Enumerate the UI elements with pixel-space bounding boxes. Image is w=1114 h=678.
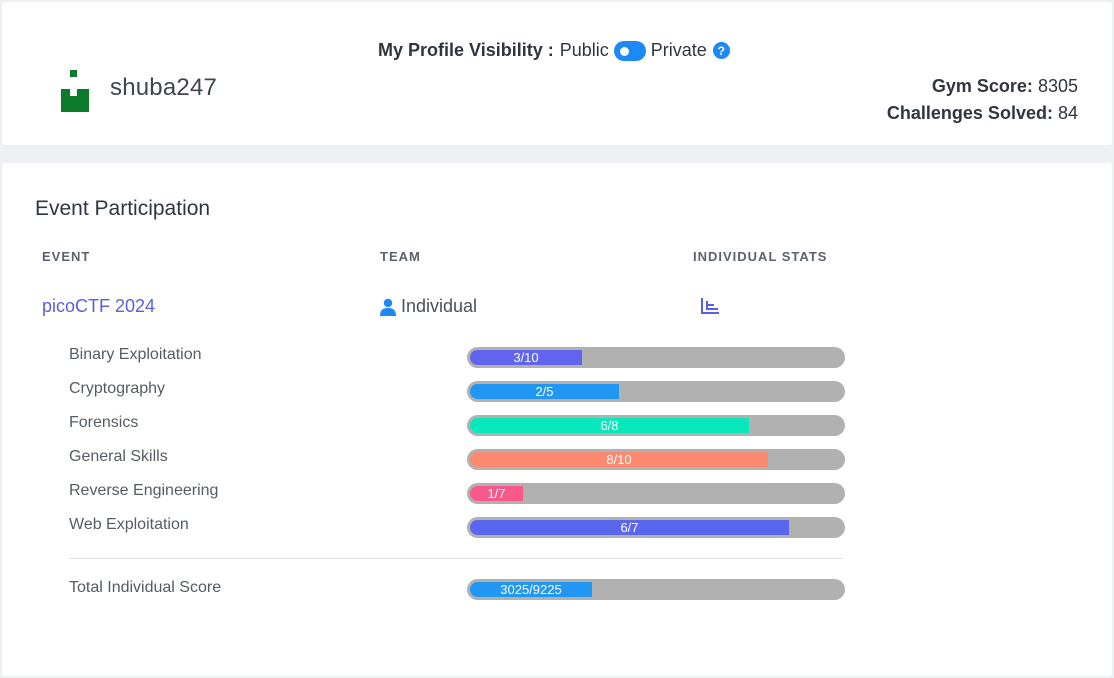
gym-score-label: Gym Score: [931, 76, 1033, 96]
gym-score: Gym Score: 8305 [932, 76, 1078, 97]
progress-bar: 3/10 [467, 347, 845, 368]
progress-track: 8/10 [470, 452, 842, 467]
progress-text: 3/10 [513, 350, 539, 365]
progress-text: 2/5 [535, 384, 554, 399]
private-label: Private [650, 40, 707, 60]
progress-track: 6/8 [470, 418, 842, 433]
progress-bar: 2/5 [467, 381, 845, 402]
progress-track: 3025/9225 [470, 582, 842, 597]
category-label: General Skills [69, 448, 168, 465]
event-participation-card: Event Participation EVENT TEAM INDIVIDUA… [2, 163, 1112, 676]
avatar [61, 70, 89, 112]
progress-text: 3025/9225 [500, 582, 562, 597]
total-score-label: Total Individual Score [69, 579, 222, 596]
visibility-toggle[interactable] [613, 40, 646, 61]
progress-text: 1/7 [487, 486, 506, 501]
progress-text: 6/8 [600, 418, 619, 433]
category-label: Web Exploitation [69, 516, 189, 533]
person-icon [380, 298, 396, 316]
category-label: Forensics [69, 414, 139, 431]
progress-bar: 6/8 [467, 415, 845, 436]
bar-chart-icon[interactable] [700, 297, 720, 315]
challenges-label: Challenges Solved: [886, 103, 1053, 123]
column-header-event: EVENT [42, 249, 91, 264]
challenges-solved: Challenges Solved: 84 [887, 103, 1078, 124]
challenges-value: 84 [1057, 103, 1078, 123]
progress-track: 6/7 [470, 520, 842, 535]
team-name: Individual [401, 296, 478, 316]
progress-bar: 6/7 [467, 517, 845, 538]
section-title: Event Participation [35, 197, 211, 220]
category-label: Binary Exploitation [69, 346, 202, 363]
progress-bar: 1/7 [467, 483, 845, 504]
team-cell: Individual [379, 296, 477, 317]
profile-visibility: My Profile Visibility : Public Private ? [378, 40, 730, 61]
category-label: Cryptography [69, 380, 166, 397]
progress-track: 2/5 [470, 384, 842, 399]
help-icon[interactable]: ? [712, 42, 730, 59]
toggle-knob [619, 46, 629, 56]
profile-card: shuba247 My Profile Visibility : Public … [2, 2, 1112, 145]
column-header-team: TEAM [380, 249, 421, 264]
total-score-bar: 3025/9225 [467, 579, 845, 600]
column-header-stats: INDIVIDUAL STATS [693, 249, 828, 264]
progress-track: 3/10 [470, 350, 842, 365]
visibility-label: My Profile Visibility : [378, 40, 554, 60]
gym-score-value: 8305 [1037, 76, 1078, 96]
username: shuba247 [110, 74, 218, 101]
progress-text: 6/7 [620, 520, 639, 535]
event-link[interactable]: picoCTF 2024 [42, 296, 155, 317]
category-label: Reverse Engineering [69, 482, 219, 499]
divider [69, 558, 843, 559]
progress-track: 1/7 [470, 486, 842, 501]
progress-bar: 8/10 [467, 449, 845, 470]
public-label: Public [559, 40, 609, 60]
progress-text: 8/10 [606, 452, 632, 467]
